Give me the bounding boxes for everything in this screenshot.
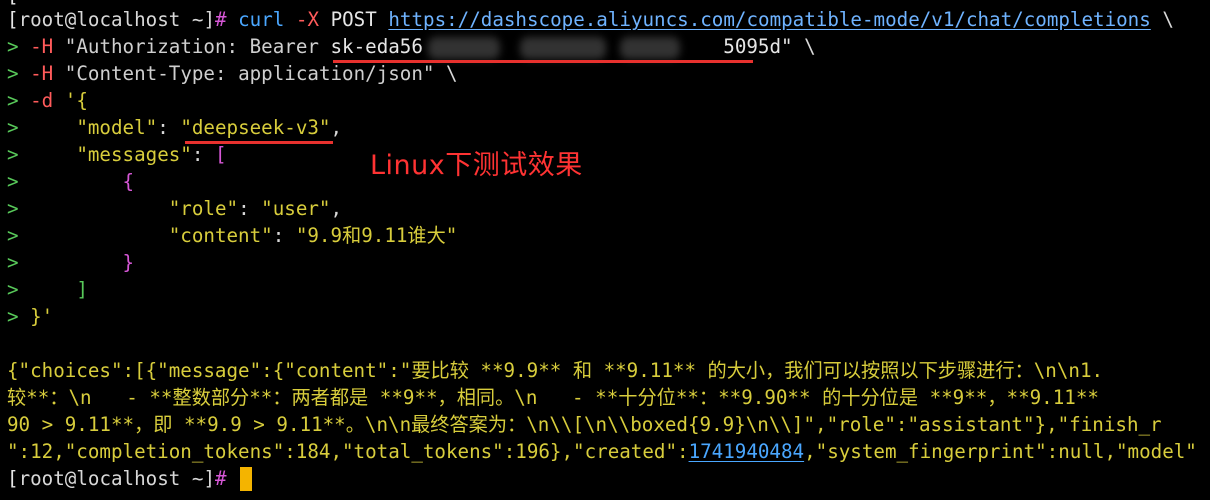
messages-key: "messages" (76, 143, 192, 166)
response-line-3: 90 > 9.11**，即 **9.9 > 9.11**。\n\n最终答案为：\… (7, 413, 1162, 436)
auth-header-prefix: "Authorization: Bearer (64, 35, 331, 58)
prompt-user: root (18, 8, 65, 31)
command-line-3: > -H "Content-Type: application/json" \ (7, 62, 458, 85)
body-open: '{ (64, 89, 88, 112)
prompt-char: # (215, 8, 227, 31)
content-value: "9.9和9.11谁大" (295, 224, 458, 247)
json-line-body-close: > }' (7, 305, 54, 328)
api-key-end: 5095d" (723, 35, 793, 58)
role-key: "role" (168, 197, 239, 220)
json-line-content: > "content": "9.9和9.11谁大" (7, 224, 458, 247)
redaction-blur-3 (620, 37, 680, 59)
line-continuation: \ (804, 35, 816, 58)
json-line-messages: > "messages": [ (7, 143, 227, 166)
json-line-close-obj: > } (7, 251, 135, 274)
response-line-4: ":12,"completion_tokens":184,"total_toke… (7, 440, 1197, 463)
response-line-1: {"choices":[{"message":{"content":"要比较 *… (7, 359, 1104, 382)
prompt-host: localhost (76, 8, 181, 31)
json-line-model: > "model": "deepseek-v3", (7, 116, 343, 139)
content-key: "content" (168, 224, 273, 247)
continuation-prompt: > (7, 35, 19, 58)
command-line-2: > -H "Authorization: Bearer sk-eda56 509… (7, 33, 816, 60)
final-prompt-line[interactable]: [root@localhost ~]# (7, 465, 227, 492)
flag-d: -d (30, 89, 54, 112)
line-continuation: \ (1162, 8, 1174, 31)
flag-x: -X (295, 8, 320, 31)
terminal-window[interactable]: [ [root@localhost ~]# curl -X POST https… (0, 0, 1210, 500)
redaction-blur-1 (428, 37, 500, 59)
json-line-close-arr: > ] (7, 278, 88, 301)
response-line-2: 较**：\n - **整数部分**：两者都是 **9**，相同。\n - **十… (7, 386, 1099, 409)
api-url-link[interactable]: https://dashscope.aliyuncs.com/compatibl… (388, 8, 1150, 31)
redaction-blur-2 (520, 37, 606, 59)
model-key: "model" (76, 116, 158, 139)
http-method: POST (330, 8, 377, 31)
model-value: "deepseek-v3" (180, 116, 331, 139)
created-timestamp: 1741940484 (688, 440, 805, 463)
prompt-dir: ~ (191, 8, 204, 31)
command-line-1: [root@localhost ~]# curl -X POST https:/… (7, 8, 1174, 31)
role-value: "user" (261, 197, 331, 220)
text-cursor (240, 467, 252, 491)
command-line-4: > -d '{ (7, 89, 88, 112)
json-line-role: > "role": "user", (7, 197, 343, 220)
api-key-start: sk-eda56 (330, 35, 423, 58)
body-close: }' (30, 305, 54, 328)
content-type-header: "Content-Type: application/json" (64, 62, 435, 85)
json-line-open-obj: > { (7, 170, 135, 193)
command-name: curl (238, 8, 285, 31)
flag-h: -H (30, 35, 54, 58)
annotation-label: Linux下测试效果 (370, 150, 583, 181)
